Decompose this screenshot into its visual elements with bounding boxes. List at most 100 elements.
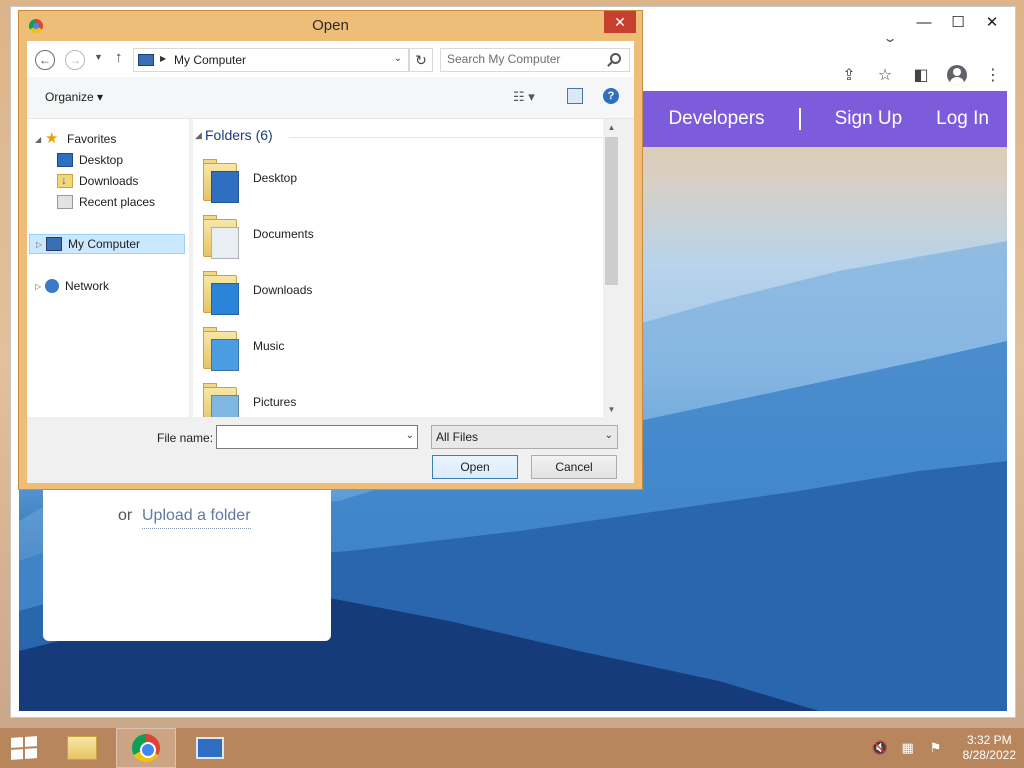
computer-icon xyxy=(46,237,62,251)
chrome-icon xyxy=(132,734,160,762)
action-center-icon[interactable]: ⚑ xyxy=(927,740,945,756)
file-name-label: File name: xyxy=(157,431,214,445)
side-panel-icon[interactable]: ◧ xyxy=(907,61,935,89)
file-type-select[interactable]: All Files ⌄ xyxy=(431,425,618,449)
nav-links: Developers Sign Up Log In xyxy=(668,91,989,147)
recent-locations-chevron-icon[interactable]: ▼ xyxy=(94,52,103,62)
menu-kebab-icon[interactable]: ⋮ xyxy=(979,61,1007,89)
window-controls: — ☐ ✕ xyxy=(907,11,1009,33)
developers-link[interactable]: Developers xyxy=(668,108,764,130)
desktop-folder-icon xyxy=(203,157,239,203)
folder-name: Music xyxy=(253,339,285,353)
taskbar: 🔇 ▦ ⚑ 3:32 PM 8/28/2022 xyxy=(0,728,1024,768)
music-folder-icon xyxy=(203,325,239,371)
file-name-input[interactable] xyxy=(219,429,399,443)
scroll-down-arrow-icon[interactable]: ▼ xyxy=(603,401,620,417)
pictures-folder-icon xyxy=(203,381,239,417)
tree-item-label: Network xyxy=(65,279,110,293)
clock-date: 8/28/2022 xyxy=(962,748,1016,762)
file-list-pane: ◢ Folders (6) Desktop Documents Download… xyxy=(193,119,620,417)
dialog-close-button[interactable]: ✕ xyxy=(604,11,636,33)
folder-name: Downloads xyxy=(253,283,313,297)
organize-button[interactable]: Organize ▾ xyxy=(45,90,103,104)
downloads-folder-icon xyxy=(203,269,239,315)
scrollbar-thumb[interactable] xyxy=(605,137,618,285)
search-box xyxy=(440,48,630,72)
start-button[interactable] xyxy=(0,728,48,768)
network-icon xyxy=(45,279,59,293)
expanded-arrow-icon[interactable]: ◢ xyxy=(35,135,45,144)
dialog-title: Open xyxy=(312,17,349,34)
bookmark-star-icon[interactable]: ☆ xyxy=(871,61,899,89)
tree-item-label: Recent places xyxy=(79,195,156,209)
group-divider xyxy=(289,137,607,138)
tree-item-network[interactable]: ▷ Network xyxy=(35,276,109,296)
help-icon[interactable]: ? xyxy=(603,88,619,104)
file-name-combobox: ⌄ xyxy=(216,425,418,449)
browser-toolbar: ⇪ ☆ ◧ ⋮ xyxy=(631,55,1017,95)
breadcrumb-chevron-icon[interactable]: ▶ xyxy=(160,54,166,63)
tree-item-my-computer[interactable]: ▷ My Computer xyxy=(29,234,185,254)
clock-time: 3:32 PM xyxy=(966,733,1012,747)
collapsed-arrow-icon[interactable]: ▷ xyxy=(36,240,46,249)
minimize-button[interactable]: — xyxy=(907,11,941,33)
tree-item-desktop[interactable]: Desktop xyxy=(57,150,123,170)
folders-group-header[interactable]: ◢ Folders (6) xyxy=(195,127,273,143)
sign-up-link[interactable]: Sign Up xyxy=(835,108,903,130)
windows-logo-icon xyxy=(11,736,37,760)
vertical-scrollbar[interactable]: ▲ ▼ xyxy=(603,119,620,417)
change-view-icon[interactable]: ☷ ▾ xyxy=(513,89,549,107)
folder-item-downloads[interactable]: Downloads xyxy=(203,265,503,321)
collapsed-arrow-icon[interactable]: ▷ xyxy=(35,282,45,291)
address-dropdown-icon[interactable]: ⌄ xyxy=(394,53,402,64)
up-arrow-icon[interactable]: ↑ xyxy=(115,49,123,66)
folder-name: Documents xyxy=(253,227,314,241)
address-row: ← → ▼ ↑ ▶ My Computer ⌄ ↻ xyxy=(27,41,634,77)
network-tray-icon[interactable]: ▦ xyxy=(899,740,917,756)
upload-folder-link[interactable]: Upload a folder xyxy=(142,507,251,529)
nav-divider xyxy=(798,108,801,130)
forward-arrow-icon[interactable]: → xyxy=(65,50,85,70)
log-in-link[interactable]: Log In xyxy=(936,108,989,130)
group-header-label: Folders (6) xyxy=(205,127,273,143)
tree-item-downloads[interactable]: Downloads xyxy=(57,171,138,191)
tab-search-chevron-icon[interactable]: ⌄ xyxy=(882,31,897,45)
scroll-up-arrow-icon[interactable]: ▲ xyxy=(603,119,620,135)
taskbar-remote-desktop[interactable] xyxy=(180,728,240,768)
volume-muted-icon[interactable]: 🔇 xyxy=(871,740,889,756)
tree-item-recent-places[interactable]: Recent places xyxy=(57,192,155,212)
folder-item-pictures[interactable]: Pictures xyxy=(203,377,503,417)
folder-name: Pictures xyxy=(253,395,297,409)
taskbar-file-explorer[interactable] xyxy=(52,728,112,768)
maximize-button[interactable]: ☐ xyxy=(941,11,975,33)
taskbar-chrome[interactable] xyxy=(116,728,176,768)
desktop-icon xyxy=(57,153,73,167)
search-icon[interactable] xyxy=(610,53,621,64)
clock[interactable]: 3:32 PM 8/28/2022 xyxy=(963,733,1016,763)
back-arrow-icon[interactable]: ← xyxy=(35,50,55,70)
cancel-button[interactable]: Cancel xyxy=(531,455,617,479)
upload-card: or Upload a folder xyxy=(43,471,331,641)
folder-item-documents[interactable]: Documents xyxy=(203,209,503,265)
share-icon[interactable]: ⇪ xyxy=(835,61,863,89)
address-bar[interactable]: ▶ My Computer ⌄ xyxy=(133,48,409,72)
close-button[interactable]: ✕ xyxy=(975,11,1009,33)
search-input[interactable] xyxy=(447,52,607,66)
tree-item-favorites[interactable]: ◢ ★ Favorites xyxy=(35,129,116,149)
file-name-dropdown-icon[interactable]: ⌄ xyxy=(406,430,414,441)
system-tray: 🔇 ▦ ⚑ 3:32 PM 8/28/2022 xyxy=(871,728,1016,768)
file-type-value: All Files xyxy=(436,430,479,444)
profile-button[interactable] xyxy=(943,61,971,89)
remote-desktop-icon xyxy=(196,737,224,759)
open-button[interactable]: Open xyxy=(432,455,518,479)
dialog-titlebar[interactable]: Open ✕ xyxy=(19,11,642,41)
folder-item-music[interactable]: Music xyxy=(203,321,503,377)
tree-item-label: Desktop xyxy=(79,153,124,167)
group-collapse-icon[interactable]: ◢ xyxy=(195,130,202,141)
command-bar: Organize ▾ ☷ ▾ ? xyxy=(27,77,634,119)
refresh-icon[interactable]: ↻ xyxy=(409,48,433,72)
open-file-dialog: Open ✕ ← → ▼ ↑ ▶ My Computer ⌄ ↻ Organiz… xyxy=(18,10,643,490)
file-type-dropdown-icon[interactable]: ⌄ xyxy=(605,430,613,441)
folder-item-desktop[interactable]: Desktop xyxy=(203,153,503,209)
preview-pane-icon[interactable] xyxy=(567,88,583,104)
